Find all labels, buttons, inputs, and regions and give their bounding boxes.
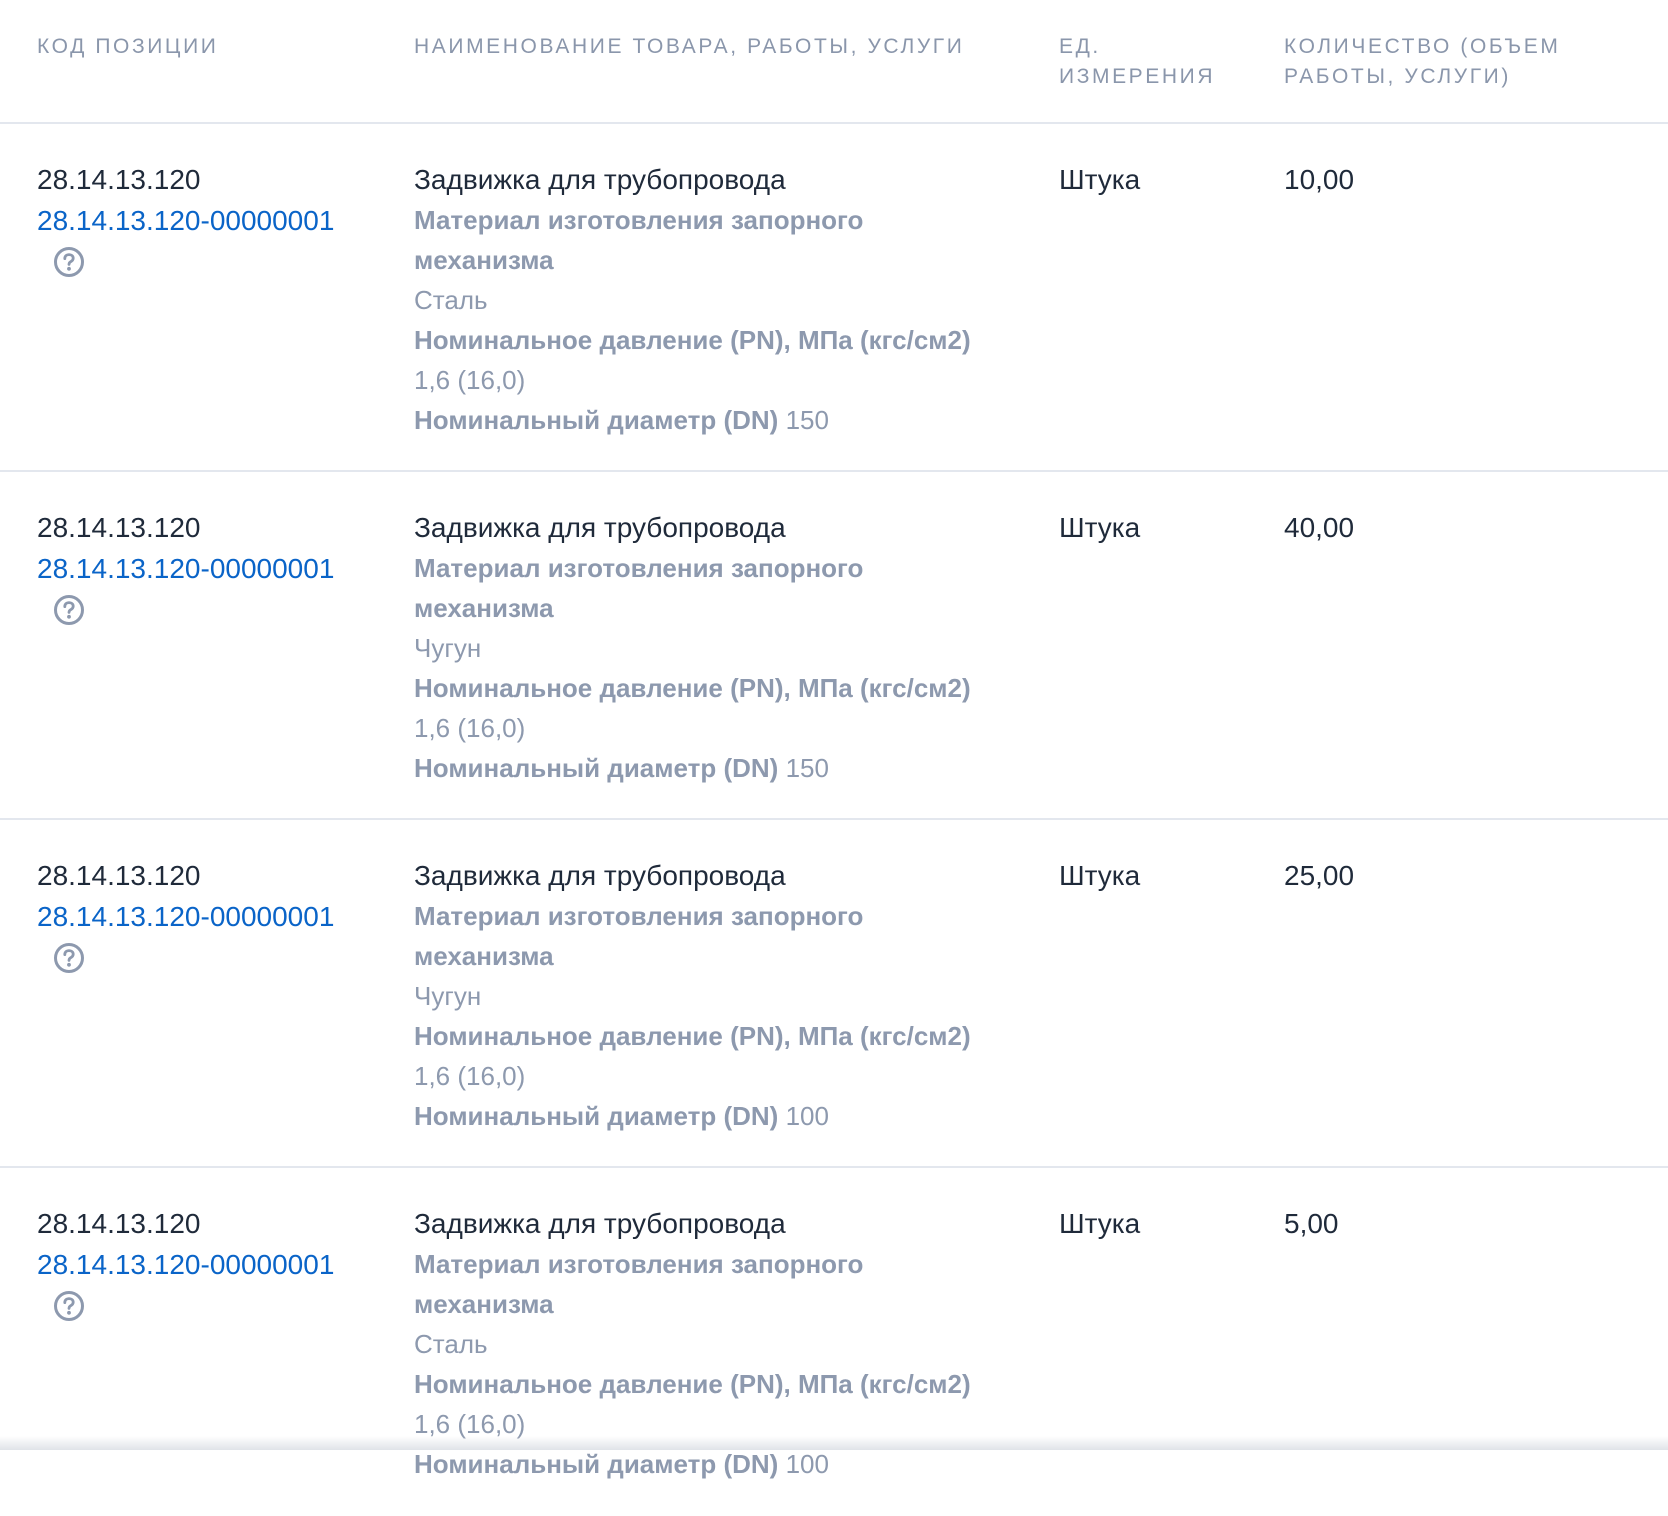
attr-diameter: Номинальный диаметр (DN) 150 [414, 400, 1004, 440]
item-name: Задвижка для трубопровода [414, 512, 786, 543]
attr-diameter: Номинальный диаметр (DN) 150 [414, 748, 1004, 788]
attr-pressure-label: Номинальное давление (PN), МПа (кгс/см2) [414, 673, 971, 703]
position-code-link[interactable]: 28.14.13.120-00000001 [37, 200, 377, 242]
attr-material-label: Материал изготовления запорного механизм… [414, 1249, 864, 1319]
attr-material: Материал изготовления запорного механизм… [414, 548, 1004, 668]
attr-diameter-value: 150 [785, 753, 829, 783]
code-cell: 28.14.13.120 28.14.13.120-00000001 [37, 160, 377, 278]
attr-diameter: Номинальный диаметр (DN) 100 [414, 1096, 1004, 1136]
scroll-shadow [0, 1436, 1668, 1450]
qty-cell: 10,00 [1284, 164, 1355, 195]
attr-material-value: Сталь [414, 285, 488, 315]
name-cell: Задвижка для трубопровода Материал изгот… [414, 508, 1014, 788]
table-row: 28.14.13.120 28.14.13.120-00000001 Задви… [0, 820, 1668, 1168]
code-cell: 28.14.13.120 28.14.13.120-00000001 [37, 856, 377, 974]
attr-diameter-label: Номинальный диаметр (DN) [414, 1101, 779, 1131]
attr-diameter-label: Номинальный диаметр (DN) [414, 1449, 779, 1479]
name-cell: Задвижка для трубопровода Материал изгот… [414, 160, 1014, 440]
position-code-link[interactable]: 28.14.13.120-00000001 [37, 548, 377, 590]
header-qty: КОЛИЧЕСТВО (ОБЪЕМ РАБОТЫ, УСЛУГИ) [1284, 35, 1561, 88]
attr-diameter-value: 150 [785, 405, 829, 435]
attr-material: Материал изготовления запорного механизм… [414, 200, 1004, 320]
position-code: 28.14.13.120 [37, 860, 201, 891]
table-row: 28.14.13.120 28.14.13.120-00000001 Задви… [0, 124, 1668, 472]
unit-cell: Штука [1059, 164, 1141, 195]
unit-cell: Штука [1059, 1208, 1141, 1239]
item-name: Задвижка для трубопровода [414, 1208, 786, 1239]
header-code: КОД ПОЗИЦИИ [37, 35, 219, 58]
attr-pressure-value: 1,6 (16,0) [414, 713, 526, 743]
position-code-link[interactable]: 28.14.13.120-00000001 [37, 1244, 377, 1286]
attr-diameter: Номинальный диаметр (DN) 100 [414, 1444, 1004, 1484]
position-code-link[interactable]: 28.14.13.120-00000001 [37, 896, 377, 938]
attr-pressure-label: Номинальное давление (PN), МПа (кгс/см2) [414, 1369, 971, 1399]
unit-cell: Штука [1059, 860, 1141, 891]
name-cell: Задвижка для трубопровода Материал изгот… [414, 856, 1014, 1136]
table-row: 28.14.13.120 28.14.13.120-00000001 Задви… [0, 1168, 1668, 1516]
attr-pressure: Номинальное давление (PN), МПа (кгс/см2)… [414, 1016, 1004, 1096]
attr-pressure-value: 1,6 (16,0) [414, 1061, 526, 1091]
unit-cell: Штука [1059, 512, 1141, 543]
attr-material-label: Материал изготовления запорного механизм… [414, 901, 864, 971]
position-code: 28.14.13.120 [37, 512, 201, 543]
item-name: Задвижка для трубопровода [414, 164, 786, 195]
attr-pressure: Номинальное давление (PN), МПа (кгс/см2)… [414, 320, 1004, 400]
attr-material-label: Материал изготовления запорного механизм… [414, 553, 864, 623]
attr-pressure-label: Номинальное давление (PN), МПа (кгс/см2) [414, 325, 971, 355]
attr-diameter-label: Номинальный диаметр (DN) [414, 753, 779, 783]
header-name: НАИМЕНОВАНИЕ ТОВАРА, РАБОТЫ, УСЛУГИ [414, 35, 965, 58]
qty-cell: 25,00 [1284, 860, 1355, 891]
positions-table: КОД ПОЗИЦИИ НАИМЕНОВАНИЕ ТОВАРА, РАБОТЫ,… [0, 0, 1668, 1516]
attr-pressure-value: 1,6 (16,0) [414, 1409, 526, 1439]
item-name: Задвижка для трубопровода [414, 860, 786, 891]
table-row: 28.14.13.120 28.14.13.120-00000001 Задви… [0, 472, 1668, 820]
attr-diameter-label: Номинальный диаметр (DN) [414, 405, 779, 435]
attr-pressure: Номинальное давление (PN), МПа (кгс/см2)… [414, 1364, 1004, 1444]
table-header: КОД ПОЗИЦИИ НАИМЕНОВАНИЕ ТОВАРА, РАБОТЫ,… [0, 0, 1668, 124]
question-circle-icon[interactable] [53, 246, 85, 278]
attr-material-value: Сталь [414, 1329, 488, 1359]
attr-diameter-value: 100 [785, 1101, 829, 1131]
attr-material-label: Материал изготовления запорного механизм… [414, 205, 864, 275]
attr-material-value: Чугун [414, 981, 482, 1011]
question-circle-icon[interactable] [53, 594, 85, 626]
position-code: 28.14.13.120 [37, 1208, 201, 1239]
attr-pressure-value: 1,6 (16,0) [414, 365, 526, 395]
qty-cell: 5,00 [1284, 1208, 1339, 1239]
position-code: 28.14.13.120 [37, 164, 201, 195]
question-circle-icon[interactable] [53, 1290, 85, 1322]
code-cell: 28.14.13.120 28.14.13.120-00000001 [37, 508, 377, 626]
attr-pressure-label: Номинальное давление (PN), МПа (кгс/см2) [414, 1021, 971, 1051]
attr-material: Материал изготовления запорного механизм… [414, 1244, 1004, 1364]
attr-diameter-value: 100 [785, 1449, 829, 1479]
code-cell: 28.14.13.120 28.14.13.120-00000001 [37, 1204, 377, 1322]
attr-material-value: Чугун [414, 633, 482, 663]
header-unit: ЕД. ИЗМЕРЕНИЯ [1059, 35, 1216, 88]
qty-cell: 40,00 [1284, 512, 1355, 543]
attr-pressure: Номинальное давление (PN), МПа (кгс/см2)… [414, 668, 1004, 748]
question-circle-icon[interactable] [53, 942, 85, 974]
attr-material: Материал изготовления запорного механизм… [414, 896, 1004, 1016]
